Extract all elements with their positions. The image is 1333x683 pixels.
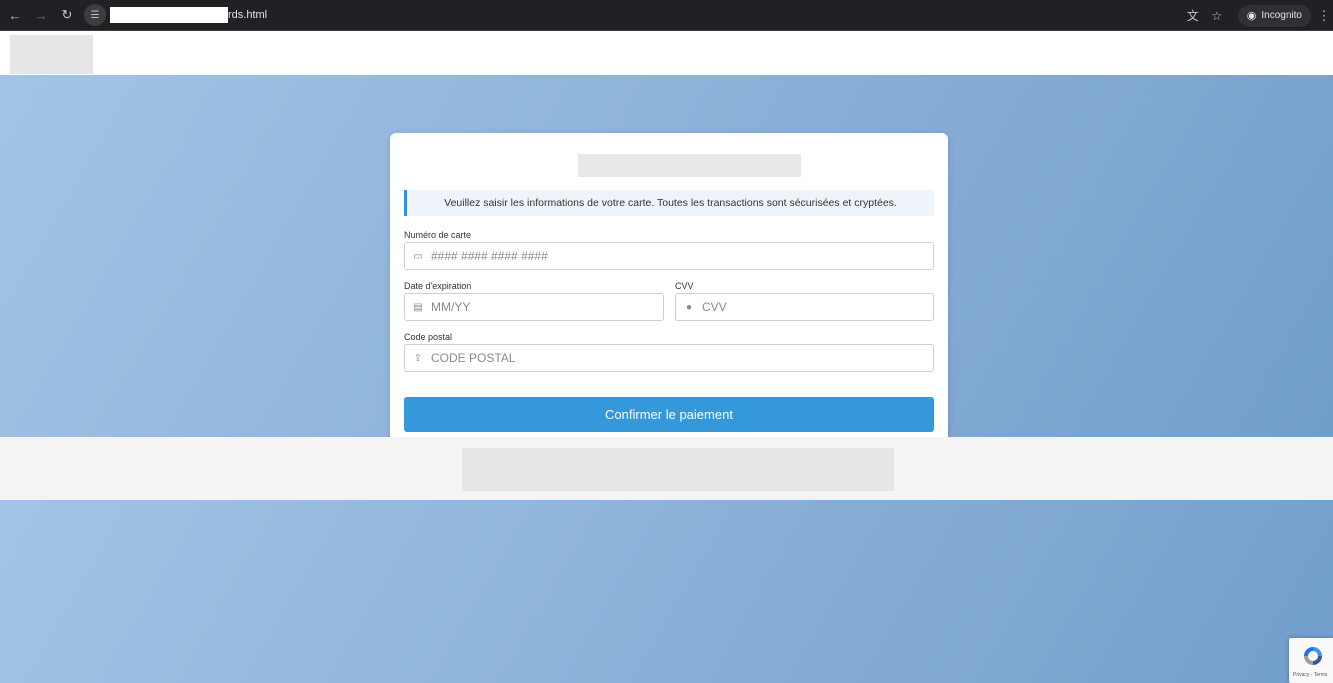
url-text: rds.html (228, 9, 268, 21)
page: Veuillez saisir les informations de votr… (0, 31, 1333, 683)
cvv-field[interactable]: ● (675, 293, 934, 321)
footer-placeholder (462, 448, 894, 491)
footer-band (0, 437, 1333, 500)
address-bar[interactable]: ☰ rds.html (84, 4, 1174, 26)
cvv-label: CVV (675, 281, 694, 291)
card-title-placeholder (578, 154, 801, 177)
logo-placeholder (10, 35, 93, 74)
toolbar-right: 文 ☆ ◉ Incognito ⋮ (1182, 0, 1333, 31)
translate-button[interactable]: 文 (1182, 5, 1204, 27)
arrow-right-icon: → (34, 7, 48, 23)
url-redacted (110, 7, 228, 23)
kebab-menu-icon: ⋮ (1317, 7, 1331, 23)
reload-icon: ↻ (61, 7, 73, 22)
back-button[interactable]: ← (4, 4, 26, 26)
calendar-icon: ▤ (413, 301, 423, 313)
security-notice-text: Veuillez saisir les informations de votr… (444, 197, 897, 209)
incognito-label: Incognito (1261, 10, 1302, 21)
card-number-field[interactable]: ▭ (404, 242, 934, 270)
incognito-indicator[interactable]: ◉ Incognito (1237, 4, 1311, 27)
payment-card: Veuillez saisir les informations de votr… (390, 133, 948, 453)
expiry-label: Date d'expiration (404, 281, 472, 291)
arrow-left-icon: ← (8, 7, 22, 23)
security-notice: Veuillez saisir les informations de votr… (404, 190, 934, 216)
expiry-input[interactable] (431, 294, 663, 320)
bookmark-button[interactable]: ☆ (1206, 5, 1228, 27)
confirm-payment-button[interactable]: Confirmer le paiement (404, 397, 934, 432)
card-number-input[interactable] (431, 243, 933, 269)
star-icon: ☆ (1211, 8, 1223, 23)
page-background-bottom (0, 500, 1333, 683)
translate-icon: 文 (1186, 9, 1199, 23)
card-number-label: Numéro de carte (404, 230, 472, 240)
credit-card-icon: ▭ (413, 250, 423, 262)
reload-button[interactable]: ↻ (56, 4, 78, 26)
expiry-field[interactable]: ▤ (404, 293, 664, 321)
postal-input[interactable] (431, 345, 933, 371)
browser-menu-button[interactable]: ⋮ (1315, 8, 1333, 24)
forward-button[interactable]: → (30, 4, 52, 26)
postal-field[interactable]: ⇧ (404, 344, 934, 372)
hero-section: Veuillez saisir les informations de votr… (0, 75, 1333, 453)
tune-icon: ☰ (90, 9, 100, 21)
lock-icon: ● (685, 301, 693, 313)
browser-toolbar: ← → ↻ ☰ rds.html 文 ☆ ◉ Incognito ⋮ (0, 0, 1333, 31)
location-icon: ⇧ (413, 352, 423, 364)
recaptcha-badge[interactable]: Privacy - Terms (1289, 638, 1333, 683)
recaptcha-icon (1304, 647, 1322, 665)
site-info-button[interactable]: ☰ (84, 4, 106, 26)
recaptcha-links[interactable]: Privacy - Terms (1293, 672, 1327, 678)
incognito-icon: ◉ (1246, 10, 1257, 22)
site-header (0, 31, 1333, 75)
cvv-input[interactable] (702, 294, 933, 320)
postal-label: Code postal (404, 332, 453, 342)
